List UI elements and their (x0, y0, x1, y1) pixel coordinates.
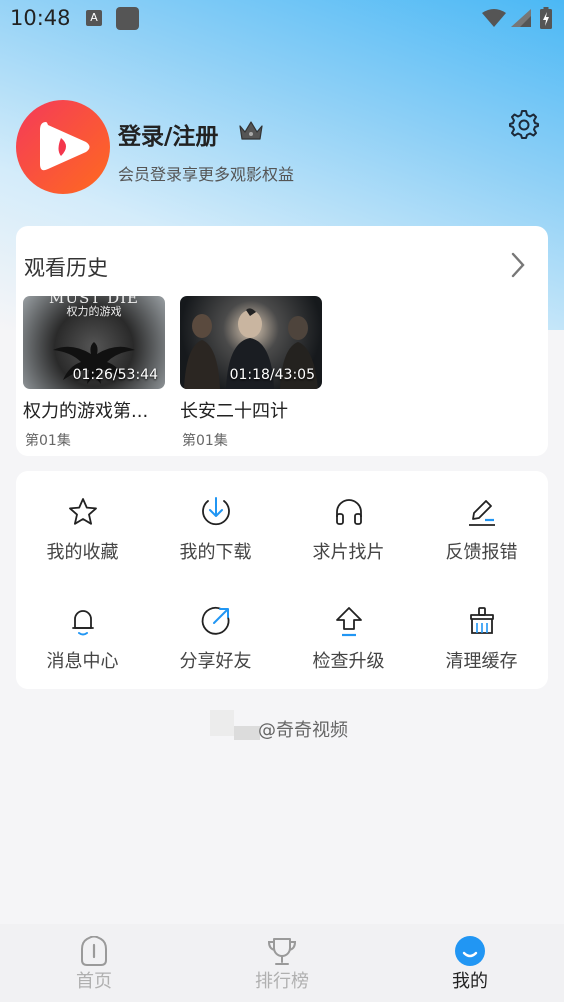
battery-icon (540, 7, 552, 29)
nav-ranking[interactable]: 排行榜 (188, 924, 376, 1002)
grid-item-clear-cache[interactable]: 清理缓存 (415, 604, 548, 704)
grid-item-share[interactable]: 分享好友 (149, 604, 282, 704)
cell-signal-icon (511, 9, 531, 27)
grid-item-upgrade[interactable]: 检查升级 (282, 604, 415, 704)
status-bar: 10:48 A (0, 0, 564, 38)
grid-item-messages[interactable]: 消息中心 (16, 604, 149, 704)
grid-item-request-video[interactable]: 求片找片 (282, 495, 415, 595)
nav-label: 首页 (76, 971, 112, 992)
gear-icon[interactable] (509, 109, 539, 139)
history-item-episode: 第01集 (182, 433, 228, 449)
nav-label: 我的 (452, 971, 488, 992)
footer-brand-text: @奇奇视频 (258, 720, 348, 741)
share-icon (201, 606, 229, 635)
grid-item-label: 求片找片 (312, 542, 385, 563)
status-time: 10:48 (10, 6, 71, 30)
poster-thumbnail: 01:18/43:05 (180, 296, 322, 389)
watch-progress: 01:18/43:05 (229, 367, 315, 383)
history-item[interactable]: 01:18/43:05 长安二十四计 第01集 (180, 296, 322, 450)
app-logo-avatar[interactable] (16, 100, 110, 194)
grid-item-feedback[interactable]: 反馈报错 (415, 495, 548, 595)
obscured-text-block (210, 710, 234, 736)
grid-item-label: 我的收藏 (46, 542, 119, 563)
nav-label: 排行榜 (255, 971, 309, 992)
star-icon (68, 498, 97, 525)
grid-item-favorites[interactable]: 我的收藏 (16, 495, 149, 595)
grid-item-downloads[interactable]: 我的下载 (149, 495, 282, 595)
wifi-icon (482, 9, 506, 27)
grid-item-label: 检查升级 (312, 651, 385, 672)
smile-icon (455, 936, 485, 966)
history-item[interactable]: MUST DIE 权力的游戏 01:26/53:44 权力的游戏第... 第01… (23, 296, 165, 450)
history-item-title: 长安二十四计 (180, 401, 288, 422)
notification-a-icon: A (86, 10, 102, 26)
nav-mine[interactable]: 我的 (376, 924, 564, 1002)
notification-square-icon (116, 7, 139, 30)
watch-history-card: 观看历史 MUST DIE 权力的游戏 01:26/53:44 权力的游戏第..… (16, 226, 548, 456)
trophy-icon (267, 938, 297, 965)
watch-history-title: 观看历史 (24, 256, 108, 280)
grid-item-label: 我的下载 (179, 542, 252, 563)
login-register-link[interactable]: 登录/注册 (118, 117, 218, 151)
upgrade-icon (335, 607, 362, 637)
bottom-navigation: 首页 排行榜 我的 (0, 924, 564, 1002)
edit-icon (468, 500, 495, 526)
bell-icon (71, 610, 94, 636)
feature-grid-card: 我的收藏 我的下载 求片找片 反馈报错 消息中心 分享好友 检查升级 清理缓存 (16, 471, 548, 689)
history-item-title: 权力的游戏第... (23, 401, 149, 422)
watch-progress: 01:26/53:44 (72, 367, 158, 383)
headphones-icon (335, 499, 362, 525)
nav-home[interactable]: 首页 (0, 924, 188, 1002)
play-logo-icon (16, 100, 110, 194)
footer-brand: @奇奇视频 (210, 708, 360, 744)
grid-item-label: 反馈报错 (445, 542, 518, 563)
chevron-right-icon[interactable] (508, 251, 528, 279)
poster-title-text: MUST DIE 权力的游戏 (49, 296, 139, 318)
poster-thumbnail: MUST DIE 权力的游戏 01:26/53:44 (23, 296, 165, 389)
grid-item-label: 清理缓存 (445, 651, 518, 672)
crown-icon (239, 121, 263, 140)
grid-item-label: 分享好友 (179, 651, 252, 672)
home-icon (81, 936, 107, 966)
obscured-text-block (234, 726, 260, 740)
clean-icon (469, 607, 494, 634)
grid-item-label: 消息中心 (46, 651, 119, 672)
download-icon (201, 497, 230, 526)
history-item-episode: 第01集 (25, 433, 71, 449)
login-subtitle: 会员登录享更多观影权益 (118, 165, 295, 184)
